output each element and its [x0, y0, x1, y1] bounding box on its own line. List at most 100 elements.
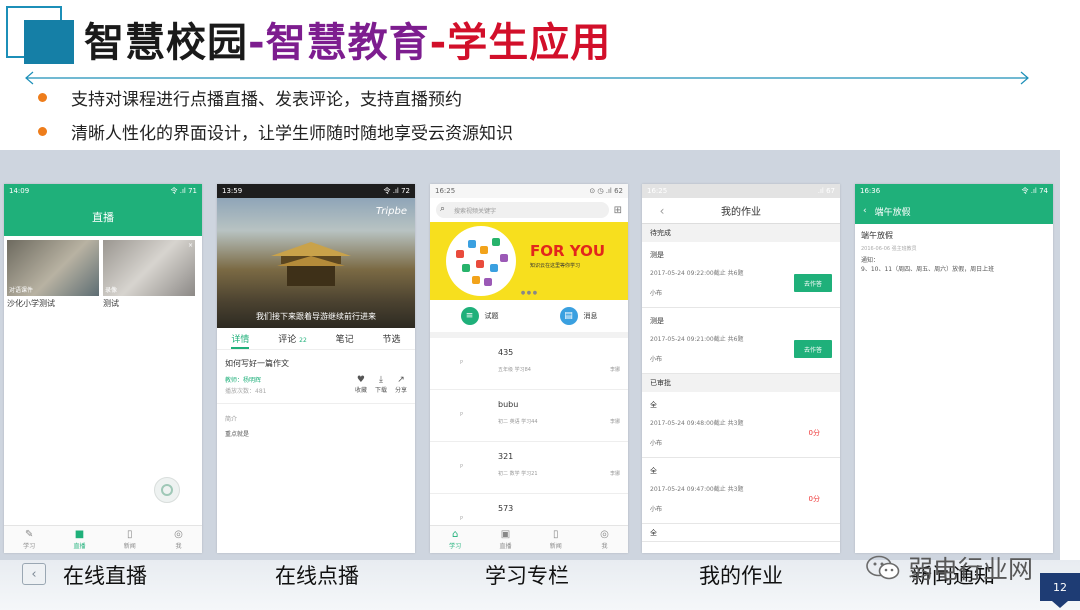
refresh-icon	[161, 484, 173, 496]
status-bar: 16:25 ⊙ ◷ .ıl 62	[430, 184, 628, 198]
caption-on-demand: 在线点播	[275, 564, 359, 588]
back-chevron-icon[interactable]: ‹	[642, 204, 682, 218]
list-item[interactable]: P 435 五年级 学习84 李娜	[430, 338, 628, 390]
floating-action-button[interactable]	[154, 477, 180, 503]
video-camera-icon: ■	[74, 529, 85, 540]
bullet-text: 支持对课程进行点播直播、发表评论，支持直播预约	[71, 89, 462, 110]
tab-news[interactable]: ▯ 新闻	[124, 529, 136, 550]
watermark: 弱电行业网	[866, 548, 1033, 588]
homework-item[interactable]: 测是 2017-05-24 09:21:00截止 共6题 小布 去作答	[642, 308, 840, 374]
heart-icon: ♥	[356, 375, 365, 385]
search-input[interactable]: ⌕ 搜索视频关键字	[436, 202, 609, 218]
phone-live-stream: 14:09 令 .ıl 71 直播 对语课件 录像 × 沙化小学测试 测试 ✎ 学习 …	[4, 184, 202, 553]
page-title: 我的作业	[721, 207, 761, 218]
tab-comments[interactable]: 评论 22	[278, 332, 307, 349]
phone-news-notice: 16:36 令 .ıl 74 ‹ 端午放假 端午放假 2016-06-06 强主班教…	[855, 184, 1053, 553]
close-icon[interactable]: ×	[188, 242, 193, 249]
share-icon: ↗	[397, 375, 405, 385]
live-thumbnail-row: 对语课件 录像 ×	[4, 236, 202, 296]
tab-live[interactable]: ■ 直播	[73, 529, 85, 550]
bottom-tab-bar: ⌂ 学习 ▣ 直播 ▯ 新闻 ◎ 我	[430, 525, 628, 553]
status-bar: 16:36 令 .ıl 74	[855, 184, 1053, 198]
grid-icon[interactable]: ⊞	[614, 205, 622, 216]
wechat-icon	[866, 555, 900, 580]
edit-icon: ✎	[24, 529, 34, 540]
share-button[interactable]: ↗ 分享	[395, 375, 407, 395]
notice-title: 端午放假	[861, 231, 893, 240]
list-item[interactable]: P 321 初二 数学 学习21 李娜	[430, 442, 628, 494]
status-bar: 14:09 令 .ıl 71	[4, 184, 202, 198]
answer-button[interactable]: 去作答	[794, 274, 832, 292]
bullet-list: 支持对课程进行点播直播、发表评论，支持直播预约 清晰人性化的界面设计，让学生师随…	[38, 80, 513, 148]
caption-live: 在线直播	[63, 564, 147, 588]
bottom-tab-bar: ✎ 学习 ■ 直播 ▯ 新闻 ◎ 我	[4, 525, 202, 553]
live-thumbnail[interactable]: 录像 ×	[103, 240, 195, 296]
phone-my-homework: 16:25 .ıl 67 ‹ 我的作业 待完成 测是 2017-05-24 09:22…	[642, 184, 840, 553]
temple-image	[271, 242, 351, 286]
quick-entry-quiz[interactable]: ≡ 试题	[430, 307, 529, 325]
section-approved: 已审批	[642, 374, 840, 392]
camera-icon: ▣	[500, 529, 511, 540]
tab-details[interactable]: 详情	[231, 332, 250, 349]
home-icon: ⌂	[451, 529, 459, 540]
heart-collage-image	[446, 226, 516, 296]
caption-homework: 我的作业	[699, 564, 783, 588]
page-number-tail	[1052, 601, 1068, 608]
page-number: 12	[1040, 573, 1080, 601]
thumbnail-caption: 测试	[103, 299, 119, 308]
phone-on-demand: 13:59 令 .ıl 72 Tripbe 我们接下来跟着导游继续前行进来 详情 …	[217, 184, 415, 553]
video-watermark: Tripbe	[375, 206, 407, 217]
tab-me[interactable]: ◎ 我	[600, 529, 609, 550]
tab-excerpt[interactable]: 节选	[383, 332, 401, 349]
tab-study[interactable]: ⌂ 学习	[449, 529, 461, 550]
live-thumbnail[interactable]: 对语课件	[7, 240, 99, 296]
action-row: ♥ 收藏 ⤓ 下载 ↗ 分享	[355, 375, 407, 395]
quick-entry-row: ≡ 试题 ▤ 消息	[430, 300, 628, 338]
tab-me[interactable]: ◎ 我	[174, 529, 183, 550]
document-icon: ▯	[127, 529, 133, 540]
homework-item[interactable]: 测是 2017-05-24 09:22:00截止 共6题 小布 去作答	[642, 242, 840, 308]
answer-button[interactable]: 去作答	[794, 340, 832, 358]
quiz-icon: ≡	[460, 307, 479, 325]
back-chevron-icon[interactable]: ‹	[863, 206, 867, 216]
bullet-item: 支持对课程进行点播直播、发表评论，支持直播预约	[38, 80, 513, 114]
tab-study[interactable]: ✎ 学习	[23, 529, 35, 550]
lesson-title: 如何写好一篇作文	[225, 359, 289, 368]
thumbnail-captions: 沙化小学测试 测试	[4, 296, 202, 311]
download-button[interactable]: ⤓ 下载	[375, 375, 387, 395]
banner-headline: FOR YOU	[530, 242, 606, 260]
user-icon: ◎	[600, 529, 609, 540]
message-icon: ▤	[559, 307, 578, 325]
tab-live[interactable]: ▣ 直播	[499, 529, 511, 550]
homework-item[interactable]: 全 2017-05-24 09:47:00截止 共3题 小布 0分	[642, 458, 840, 524]
bullet-text: 清晰人性化的界面设计，让学生师随时随地享受云资源知识	[71, 123, 513, 144]
download-icon: ⤓	[378, 375, 383, 385]
promo-banner[interactable]: FOR YOU 知识云在这里等你学习	[430, 222, 628, 300]
intro-text: 重点就是	[225, 431, 250, 438]
favorite-button[interactable]: ♥ 收藏	[355, 375, 367, 395]
slide-title: 智慧校园-智慧教育-学生应用	[84, 14, 611, 72]
tab-news[interactable]: ▯ 新闻	[550, 529, 562, 550]
homework-item[interactable]: 全 2017-05-24 09:48:00截止 共3题 小布 0分	[642, 392, 840, 458]
carousel-dots: ● ● ●	[520, 290, 538, 296]
title-part-education: -智慧教育	[248, 20, 430, 66]
tab-notes[interactable]: 笔记	[336, 332, 354, 349]
quick-entry-message[interactable]: ▤ 消息	[529, 307, 628, 325]
bullet-item: 清晰人性化的界面设计，让学生师随时随地享受云资源知识	[38, 114, 513, 148]
document-icon: ▯	[553, 529, 559, 540]
score-label: 0分	[808, 495, 820, 503]
title-part-student-app: -学生应用	[429, 20, 612, 66]
notice-body: 通知： 9、10、11（周四、周五、周六）放假，周日上班	[861, 257, 995, 273]
list-item[interactable]: Pbubu 初二 英语 学习44 李娜	[430, 390, 628, 442]
video-player[interactable]: Tripbe 我们接下来跟着导游继续前行进来	[217, 198, 415, 328]
status-bar: 16:25 .ıl 67	[642, 184, 840, 198]
bullet-dot-icon	[38, 92, 47, 102]
caption-study-column: 学习专栏	[485, 564, 569, 588]
status-bar: 13:59 令 .ıl 72	[217, 184, 415, 198]
video-subtitle: 我们接下来跟着导游继续前行进来	[256, 312, 376, 321]
intro-label: 简介	[217, 403, 415, 427]
section-pending: 待完成	[642, 224, 840, 242]
title-part-campus: 智慧校园	[84, 20, 248, 66]
homework-item[interactable]: 全	[642, 524, 840, 542]
page-title: 端午放假	[874, 207, 911, 218]
